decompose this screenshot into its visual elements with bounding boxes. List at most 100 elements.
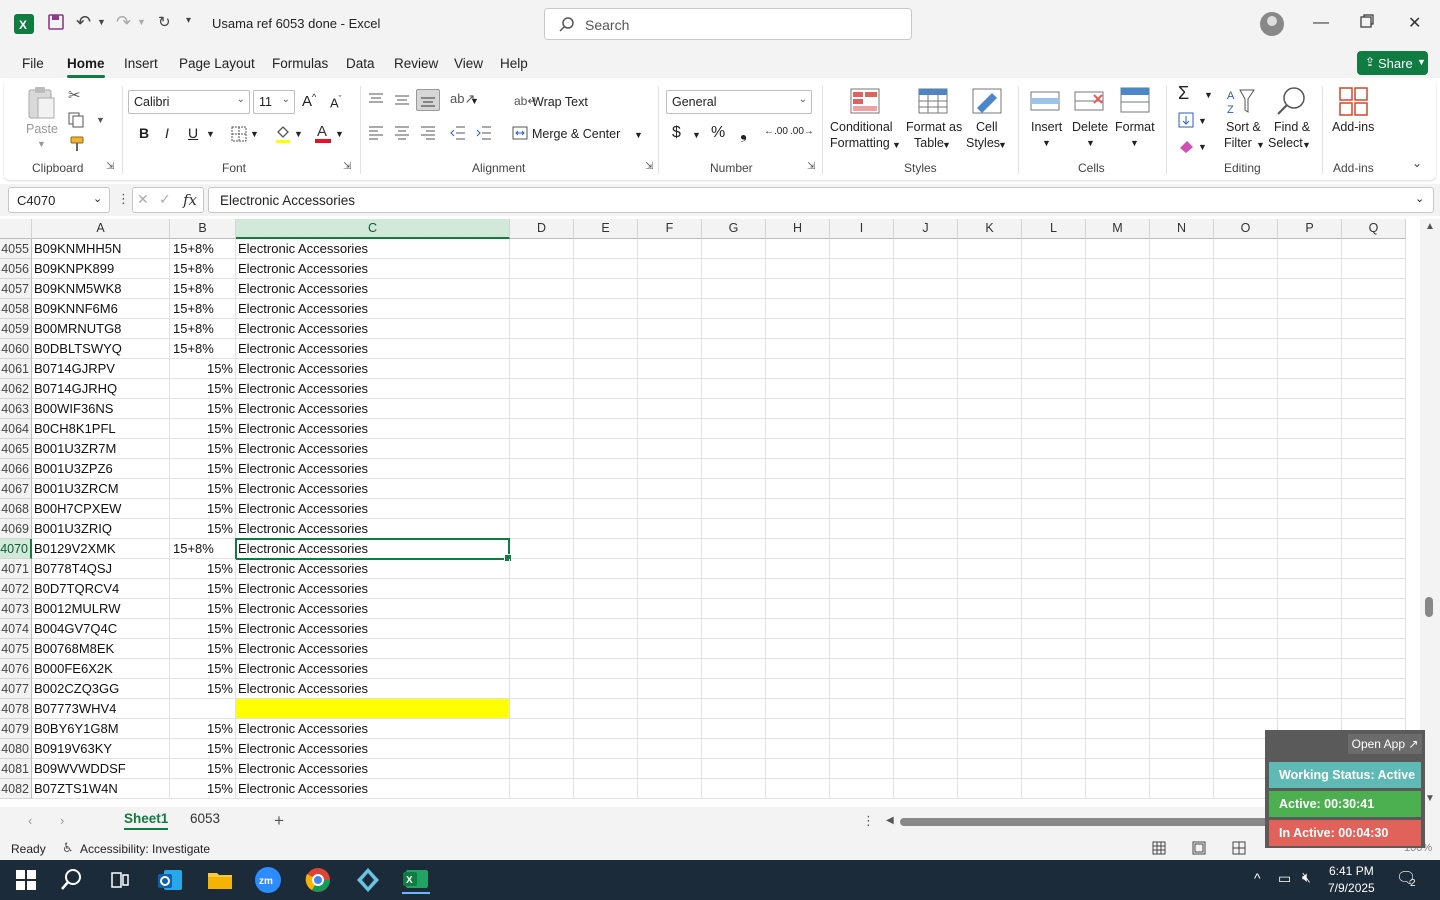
tab-insert[interactable]: Insert: [124, 56, 158, 71]
cell-empty[interactable]: [638, 699, 702, 719]
cell-empty[interactable]: [894, 779, 958, 799]
cell-empty[interactable]: [510, 639, 574, 659]
cell-empty[interactable]: [1214, 659, 1278, 679]
cell-empty[interactable]: [1086, 419, 1150, 439]
cell-empty[interactable]: [894, 359, 958, 379]
cell-empty[interactable]: [702, 239, 766, 259]
cell-empty[interactable]: [638, 379, 702, 399]
cell-rate[interactable]: 15+8%: [170, 539, 236, 559]
cell-empty[interactable]: [702, 559, 766, 579]
cell-category[interactable]: Electronic Accessories: [236, 679, 510, 699]
cell-rate[interactable]: 15+8%: [170, 279, 236, 299]
vertical-scrollbar[interactable]: ▲ ▼: [1420, 219, 1440, 807]
cell-empty[interactable]: [1022, 279, 1086, 299]
cell-empty[interactable]: [702, 699, 766, 719]
row-header[interactable]: 4074: [0, 619, 32, 639]
cell-empty[interactable]: [894, 579, 958, 599]
autosum-icon[interactable]: Σ: [1178, 83, 1189, 104]
row-header[interactable]: 4082: [0, 779, 32, 799]
cell-empty[interactable]: [894, 659, 958, 679]
cell-empty[interactable]: [1086, 379, 1150, 399]
cell-empty[interactable]: [574, 499, 638, 519]
row-header[interactable]: 4071: [0, 559, 32, 579]
cell-empty[interactable]: [766, 479, 830, 499]
cell-empty[interactable]: [702, 259, 766, 279]
cell-asin[interactable]: B0778T4QSJ: [32, 559, 170, 579]
column-header-b[interactable]: B: [170, 219, 236, 239]
row-header[interactable]: 4055: [0, 239, 32, 259]
cell-rate[interactable]: 15%: [170, 519, 236, 539]
cell-empty[interactable]: [1150, 439, 1214, 459]
tab-home[interactable]: Home: [67, 56, 105, 78]
cell-empty[interactable]: [702, 739, 766, 759]
cell-empty[interactable]: [510, 239, 574, 259]
cell-empty[interactable]: [702, 759, 766, 779]
prev-sheet-icon[interactable]: ‹: [28, 813, 32, 828]
cell-empty[interactable]: [638, 759, 702, 779]
column-header-o[interactable]: O: [1214, 219, 1278, 239]
cell-rate[interactable]: 15%: [170, 599, 236, 619]
cell-empty[interactable]: [1214, 639, 1278, 659]
alignment-launcher-icon[interactable]: ⇲: [645, 161, 653, 172]
cell-category[interactable]: Electronic Accessories: [236, 399, 510, 419]
cell-empty[interactable]: [830, 699, 894, 719]
cell-asin[interactable]: B0012MULRW: [32, 599, 170, 619]
windows-start-icon[interactable]: [12, 866, 40, 894]
cell-empty[interactable]: [702, 319, 766, 339]
cell-empty[interactable]: [1086, 499, 1150, 519]
cell-empty[interactable]: [638, 719, 702, 739]
cell-category[interactable]: Electronic Accessories: [236, 359, 510, 379]
cell-empty[interactable]: [574, 259, 638, 279]
cell-empty[interactable]: [1150, 599, 1214, 619]
align-middle-icon[interactable]: [394, 93, 410, 110]
cell-empty[interactable]: [894, 739, 958, 759]
formula-input[interactable]: Electronic Accessories ⌄: [208, 187, 1434, 213]
cell-asin[interactable]: B07ZTS1W4N: [32, 779, 170, 799]
cell-empty[interactable]: [1342, 479, 1406, 499]
cell-rate[interactable]: 15%: [170, 479, 236, 499]
cell-category[interactable]: Electronic Accessories: [236, 439, 510, 459]
row-header[interactable]: 4057: [0, 279, 32, 299]
cell-empty[interactable]: [958, 279, 1022, 299]
cell-empty[interactable]: [1022, 299, 1086, 319]
cell-empty[interactable]: [638, 239, 702, 259]
cell-empty[interactable]: [766, 559, 830, 579]
vertical-scroll-thumb[interactable]: [1425, 597, 1433, 617]
cell-empty[interactable]: [1022, 639, 1086, 659]
cell-empty[interactable]: [1342, 639, 1406, 659]
cell-empty[interactable]: [510, 699, 574, 719]
cell-empty[interactable]: [1278, 699, 1342, 719]
cell-empty[interactable]: [574, 699, 638, 719]
cell-empty[interactable]: [702, 399, 766, 419]
add-ins-icon[interactable]: [1338, 86, 1370, 119]
cell-empty[interactable]: [1214, 259, 1278, 279]
cell-asin[interactable]: B0129V2XMK: [32, 539, 170, 559]
cell-empty[interactable]: [1342, 659, 1406, 679]
cell-empty[interactable]: [638, 279, 702, 299]
tab-data[interactable]: Data: [346, 56, 375, 71]
share-button[interactable]: ⇪ Share ▼: [1357, 51, 1428, 75]
cell-empty[interactable]: [1022, 619, 1086, 639]
cell-empty[interactable]: [638, 319, 702, 339]
cell-empty[interactable]: [1022, 439, 1086, 459]
cell-category[interactable]: [236, 699, 510, 719]
cell-empty[interactable]: [574, 299, 638, 319]
cell-empty[interactable]: [766, 499, 830, 519]
cell-empty[interactable]: [1022, 379, 1086, 399]
cell-empty[interactable]: [958, 539, 1022, 559]
cell-empty[interactable]: [574, 319, 638, 339]
cell-empty[interactable]: [1342, 419, 1406, 439]
cell-empty[interactable]: [510, 539, 574, 559]
cell-empty[interactable]: [1214, 439, 1278, 459]
cell-empty[interactable]: [830, 779, 894, 799]
cell-empty[interactable]: [1342, 359, 1406, 379]
accessibility-icon[interactable]: ♿: [62, 840, 74, 856]
cell-empty[interactable]: [1278, 259, 1342, 279]
cell-empty[interactable]: [1342, 459, 1406, 479]
cell-asin[interactable]: B0BY6Y1G8M: [32, 719, 170, 739]
cell-category[interactable]: Electronic Accessories: [236, 279, 510, 299]
column-header-i[interactable]: I: [830, 219, 894, 239]
excel-taskbar-icon[interactable]: X: [402, 866, 430, 894]
scroll-down-icon[interactable]: ▼: [1425, 793, 1435, 804]
cell-empty[interactable]: [830, 339, 894, 359]
